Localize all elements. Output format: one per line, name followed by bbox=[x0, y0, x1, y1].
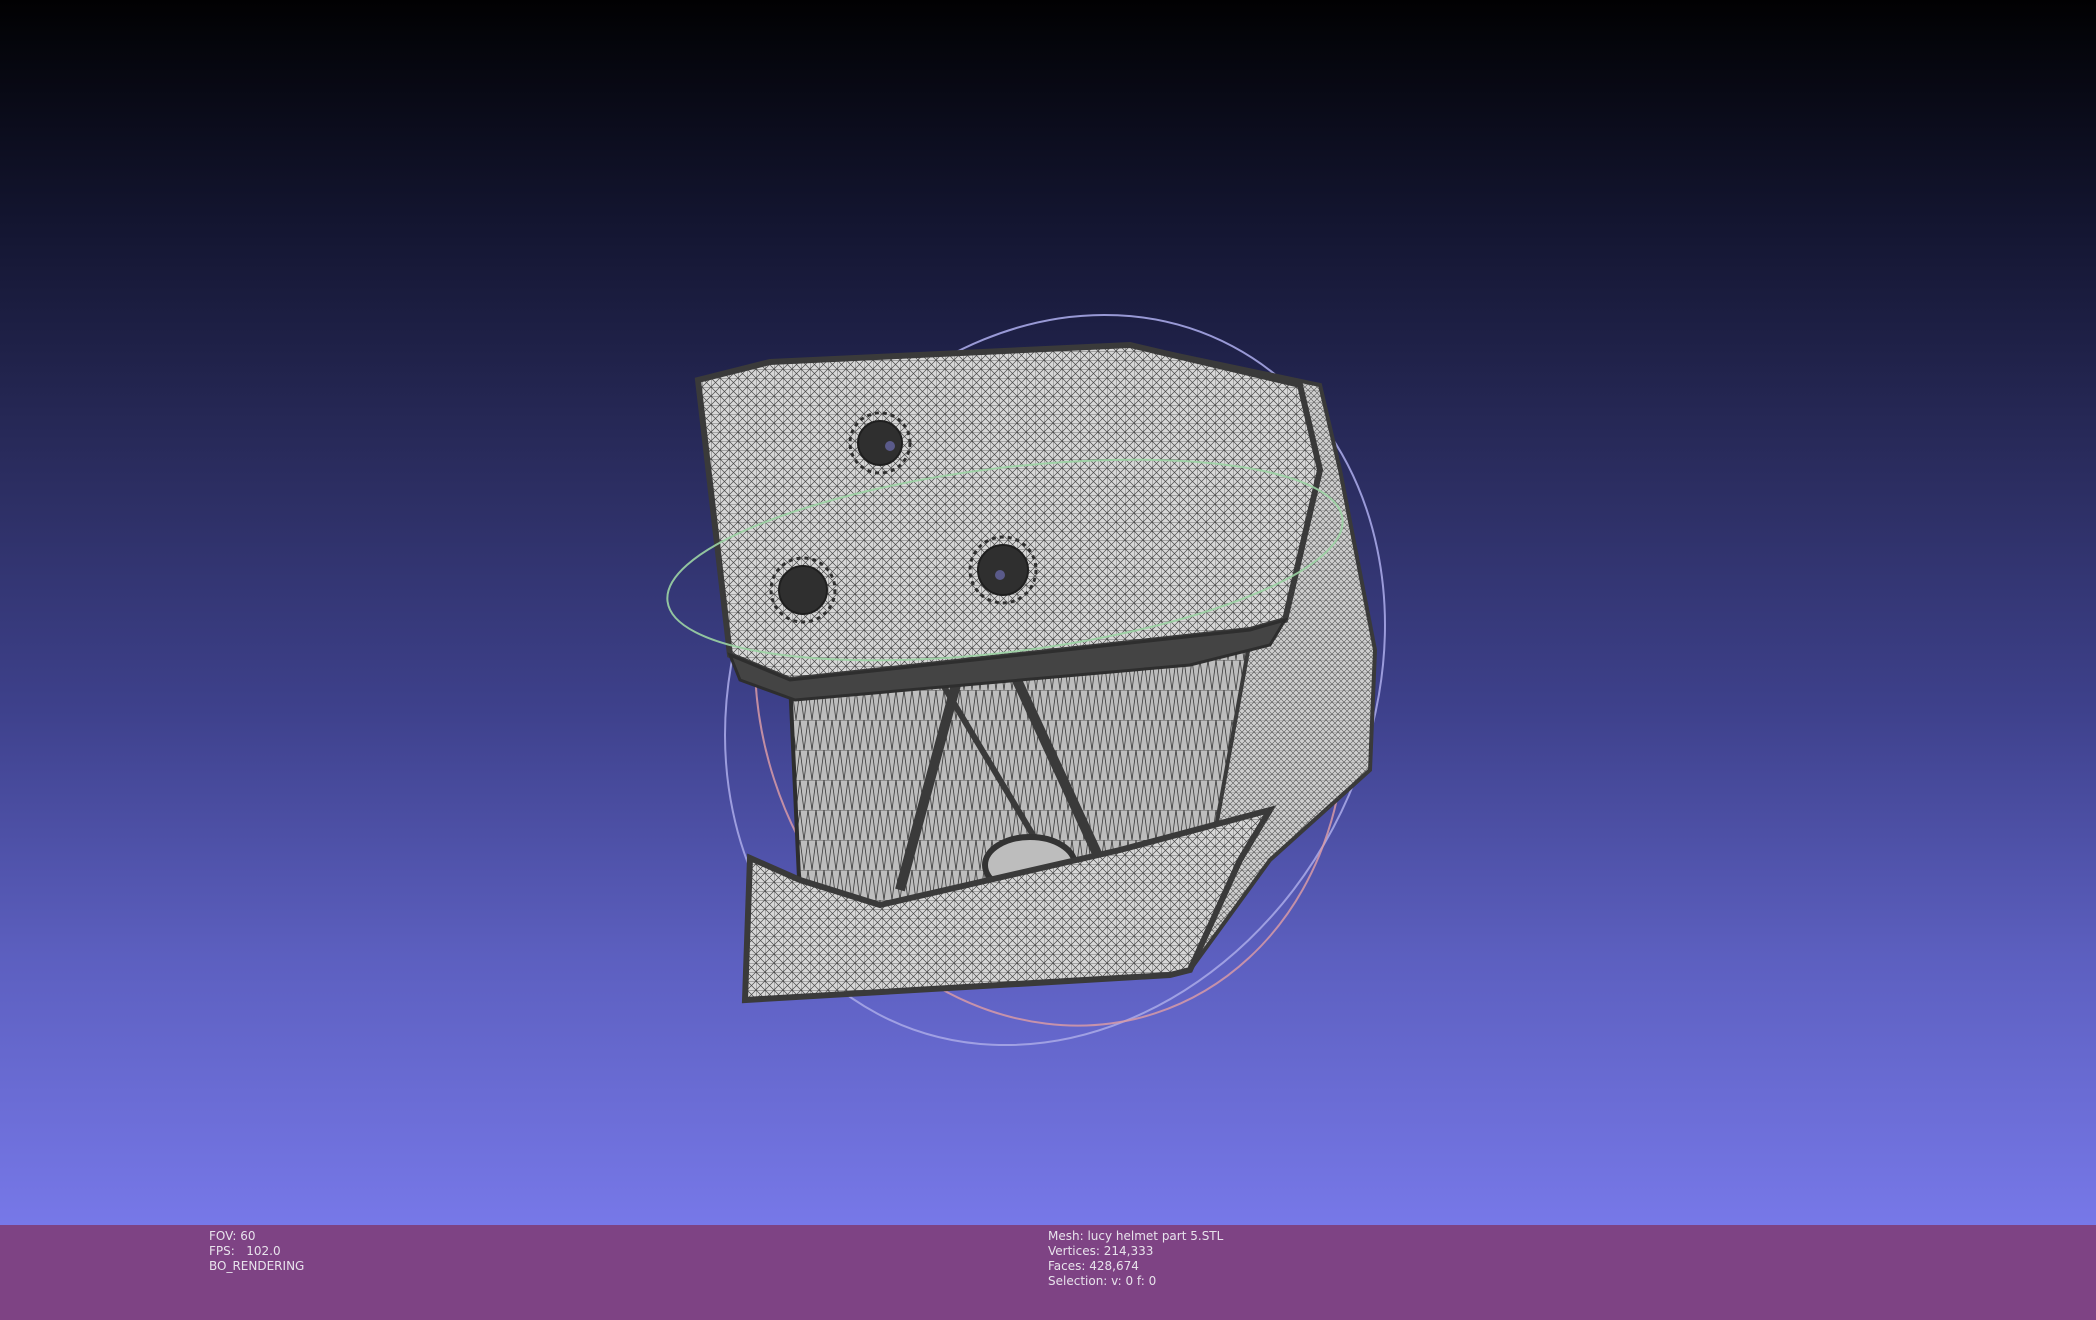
fov-label: FOV: 60 bbox=[209, 1229, 256, 1243]
render-info: FOV: 60 FPS: 102.0 BO_RENDERING bbox=[209, 1229, 304, 1274]
selection-label: Selection: v: 0 f: 0 bbox=[1048, 1274, 1157, 1288]
mesh-name-label: Mesh: lucy helmet part 5.STL bbox=[1048, 1229, 1224, 1243]
mesh-render bbox=[666, 313, 1386, 1047]
mesh-info: Mesh: lucy helmet part 5.STL Vertices: 2… bbox=[1048, 1229, 1223, 1289]
helmet-mesh bbox=[694, 341, 1378, 1004]
render-mode-label: BO_RENDERING bbox=[209, 1259, 305, 1273]
3d-viewport[interactable] bbox=[0, 0, 2096, 1225]
status-info-bar: FOV: 60 FPS: 102.0 BO_RENDERING Mesh: lu… bbox=[0, 1225, 2096, 1320]
fps-label: FPS: 102.0 bbox=[209, 1244, 281, 1258]
vertices-label: Vertices: 214,333 bbox=[1048, 1244, 1154, 1258]
faces-label: Faces: 428,674 bbox=[1048, 1259, 1139, 1273]
